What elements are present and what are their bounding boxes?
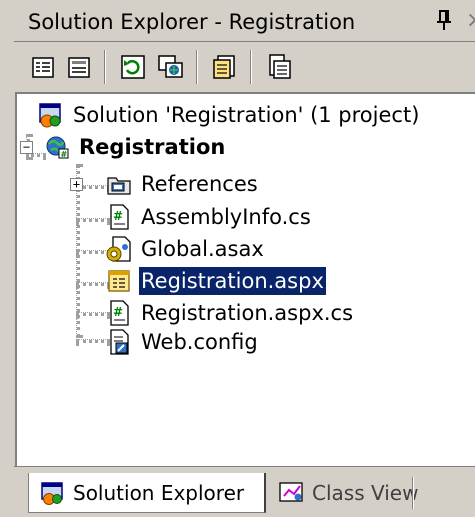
tree-node-references[interactable]: References bbox=[105, 169, 260, 199]
solution-icon bbox=[41, 481, 63, 505]
toolbar-separator bbox=[196, 50, 198, 84]
close-icon[interactable]: × bbox=[466, 8, 475, 34]
csharp-file-icon: # bbox=[110, 300, 129, 326]
view-code-icon[interactable] bbox=[210, 52, 240, 82]
web-project-icon: # bbox=[46, 136, 69, 159]
aspx-file-icon bbox=[108, 270, 130, 292]
svg-text:#: # bbox=[113, 305, 123, 319]
item-label: Global.asax bbox=[141, 237, 264, 261]
view-designer-icon[interactable] bbox=[264, 52, 294, 82]
solution-label: Solution 'Registration' (1 project) bbox=[73, 103, 420, 127]
svg-text:#: # bbox=[61, 150, 68, 159]
item-label: Web.config bbox=[141, 330, 258, 354]
copy-project-icon[interactable] bbox=[156, 52, 186, 82]
expand-toggle[interactable]: + bbox=[70, 178, 83, 191]
refresh-icon[interactable] bbox=[118, 52, 148, 82]
item-label: Registration.aspx bbox=[139, 267, 326, 295]
tab-separator bbox=[412, 477, 414, 509]
solution-explorer-window: Solution Explorer - Registration × bbox=[0, 0, 475, 517]
svg-text:#: # bbox=[113, 209, 123, 223]
tab-solution-explorer[interactable]: Solution Explorer bbox=[28, 473, 266, 513]
config-file-icon bbox=[110, 329, 129, 355]
tree-node-solution[interactable]: Solution 'Registration' (1 project) bbox=[37, 100, 421, 130]
title-bar[interactable]: Solution Explorer - Registration × bbox=[14, 2, 475, 42]
tree-node-assemblyinfo[interactable]: # AssemblyInfo.cs bbox=[105, 202, 313, 232]
global-asax-icon bbox=[106, 236, 131, 262]
tree-node-registration-aspx-cs[interactable]: # Registration.aspx.cs bbox=[105, 298, 355, 328]
toolbar-separator bbox=[104, 50, 106, 84]
references-icon bbox=[107, 177, 131, 195]
show-all-files-icon[interactable] bbox=[64, 52, 94, 82]
pin-icon[interactable] bbox=[434, 8, 454, 34]
tab-label: Solution Explorer bbox=[73, 480, 245, 505]
solution-tree[interactable]: Solution 'Registration' (1 project) − # … bbox=[15, 92, 475, 466]
tab-strip: Solution Explorer Class View bbox=[14, 466, 475, 517]
csharp-file-icon: # bbox=[110, 204, 129, 230]
project-label: Registration bbox=[79, 135, 226, 159]
tab-class-view[interactable]: Class View bbox=[270, 473, 420, 513]
item-label: AssemblyInfo.cs bbox=[141, 205, 311, 229]
toolbar-separator bbox=[250, 50, 252, 84]
tree-node-global-asax[interactable]: Global.asax bbox=[105, 234, 266, 264]
item-label: References bbox=[141, 172, 258, 196]
properties-icon[interactable] bbox=[28, 52, 58, 82]
tree-node-project[interactable]: # Registration bbox=[43, 132, 227, 162]
window-title: Solution Explorer - Registration bbox=[28, 10, 356, 34]
class-view-icon bbox=[279, 482, 303, 502]
tab-label: Class View bbox=[312, 481, 419, 505]
tree-node-web-config[interactable]: Web.config bbox=[105, 327, 260, 357]
toolbar bbox=[14, 42, 475, 92]
tree-node-registration-aspx[interactable]: Registration.aspx bbox=[105, 266, 326, 296]
collapse-toggle[interactable]: − bbox=[20, 141, 33, 154]
solution-icon bbox=[39, 103, 61, 128]
item-label: Registration.aspx.cs bbox=[141, 301, 354, 325]
